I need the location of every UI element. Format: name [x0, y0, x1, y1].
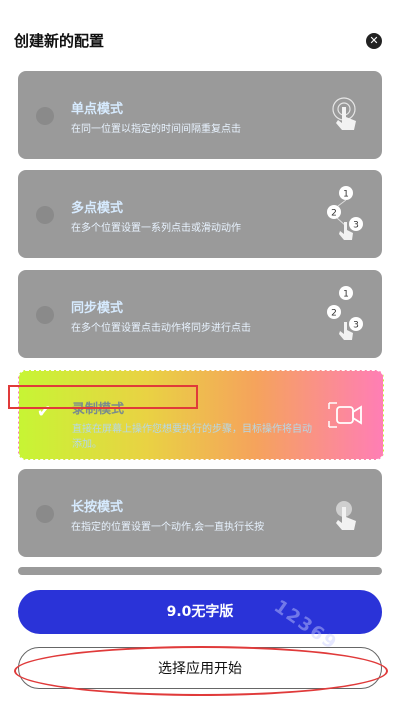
mode-card-long-press[interactable]: 长按模式 在指定的位置设置一个动作,会一直执行长按: [18, 469, 382, 557]
mode-description: 直接在屏幕上操作您想要执行的步骤，目标操作将自动添加。: [72, 424, 312, 450]
radio-button[interactable]: [36, 206, 54, 224]
mode-card-single[interactable]: 单点模式 在同一位置以指定的时间间隔重复点击: [18, 71, 382, 159]
multi-tap-icon: 1 2 3: [327, 186, 363, 240]
annotation-ellipse: [14, 646, 388, 696]
video-record-icon: [328, 402, 362, 428]
mode-card-record[interactable]: ✔ 录制模式 直接在屏幕上操作您想要执行的步骤，目标操作将自动添加。: [18, 370, 384, 460]
badge-2: 2: [331, 309, 337, 319]
dialog-title: 创建新的配置: [14, 32, 105, 50]
badge-3: 3: [353, 321, 359, 331]
mode-name: 多点模式: [71, 201, 124, 216]
mode-card-sync[interactable]: 同步模式 在多个位置设置点击动作将同步进行点击 1 2 3: [18, 270, 382, 358]
badge-2: 2: [331, 209, 337, 219]
mode-card-multi[interactable]: 多点模式 在多个位置设置一系列点击或滑动动作 1 2 3: [18, 170, 382, 258]
mode-description: 在指定的位置设置一个动作,会一直执行长按: [71, 522, 265, 533]
radio-button[interactable]: [36, 306, 54, 324]
annotation-rectangle: [8, 385, 198, 409]
mode-description: 在多个位置设置一系列点击或滑动动作: [71, 223, 241, 234]
badge-1: 1: [343, 290, 349, 300]
close-icon[interactable]: ✕: [366, 33, 382, 49]
mode-name: 单点模式: [71, 102, 124, 117]
radio-button[interactable]: [36, 505, 54, 523]
badge-3: 3: [353, 221, 359, 231]
mode-name: 同步模式: [71, 301, 124, 316]
long-press-icon: [336, 501, 356, 530]
mode-description: 在同一位置以指定的时间间隔重复点击: [71, 124, 241, 135]
mode-card-partial: [18, 567, 382, 575]
radio-button[interactable]: [36, 107, 54, 125]
mode-name: 长按模式: [71, 500, 124, 515]
badge-1: 1: [343, 190, 349, 200]
single-tap-icon: [332, 97, 356, 130]
mode-description: 在多个位置设置点击动作将同步进行点击: [71, 323, 251, 334]
sync-tap-icon: 1 2 3: [327, 286, 363, 340]
dialog-header: 创建新的配置 ✕: [0, 0, 400, 70]
